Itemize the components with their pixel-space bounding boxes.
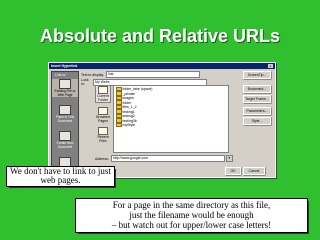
file-item[interactable]: myStyle (116, 122, 135, 128)
file-name: testing1 (122, 109, 135, 114)
style-button[interactable]: Style... (243, 117, 271, 125)
link-to-item-label: Place in This Document (55, 115, 75, 123)
nav-browsed-pages[interactable]: Browsed Pages (95, 107, 111, 123)
callout-line: web pages. (40, 175, 81, 185)
nav-current-folder[interactable]: Current Folder (95, 85, 111, 104)
file-list: folder_fake (space) _private images fold… (113, 85, 229, 153)
look-in-label: Look in: (81, 78, 89, 86)
chevron-down-icon[interactable]: ▾ (225, 155, 233, 162)
web-page-icon (59, 79, 71, 89)
callout-line: just the filename would be enough (129, 210, 254, 220)
text-to-display-input[interactable]: link (106, 71, 201, 78)
text-to-display-label: Text to display: (81, 72, 105, 77)
file-name: _private (122, 91, 135, 96)
folder-icon (98, 86, 108, 94)
address-input[interactable]: http://www.google.com (110, 155, 225, 162)
cancel-button[interactable]: Cancel (243, 167, 265, 175)
callout-bottom: For a page in the same directory as this… (75, 198, 308, 233)
address-row: Address: http://www.google.com ▾ (95, 155, 233, 162)
link-to-label: Link to: (55, 73, 67, 77)
target-frame-button[interactable]: Target Frame... (243, 95, 271, 103)
file-name: images (122, 96, 134, 101)
link-to-item-label: Existing File or Web Page (54, 89, 76, 97)
nav-item-label: Current Folder (97, 94, 109, 102)
slide-title: Absolute and Relative URLs (39, 26, 281, 46)
callout-line: For a page in the same directory as this… (112, 200, 271, 210)
insert-hyperlink-dialog: Insert Hyperlink x Link to: Existing Fil… (48, 62, 276, 178)
screentip-button[interactable]: ScreenTip... (243, 71, 271, 79)
file-name: files_1_2 (122, 105, 137, 110)
file-name: folder (122, 100, 132, 105)
globe-icon (98, 107, 108, 116)
file-name: folder_fake (space) (122, 87, 153, 92)
link-to-place-in-document[interactable]: Place in This Document (52, 105, 78, 123)
link-to-new-document[interactable]: Create New Document (52, 131, 78, 149)
nav-recent-files[interactable]: Recent Files (95, 127, 111, 143)
nav-item-label: Recent Files (97, 135, 109, 143)
link-to-existing-file[interactable]: Existing File or Web Page (52, 79, 78, 98)
bookmark-button[interactable]: Bookmark... (243, 85, 271, 93)
link-to-item-label: Create New Document (56, 141, 74, 149)
callout-left: We don't have to link to just web pages. (6, 166, 115, 187)
dialog-titlebar: Insert Hyperlink x (49, 63, 275, 69)
file-name: testing3b (122, 118, 137, 123)
new-document-icon (59, 131, 71, 141)
recent-icon (98, 127, 108, 136)
folder-icon (116, 122, 122, 128)
nav-column: Current Folder Browsed Pages Recent File… (95, 85, 111, 148)
ok-button[interactable]: OK (225, 167, 241, 175)
close-icon[interactable]: x (268, 64, 273, 68)
link-to-panel: Link to: Existing File or Web Page Place… (51, 71, 79, 177)
parameters-button[interactable]: Parameters... (243, 107, 271, 115)
address-label: Address: (95, 156, 109, 161)
callout-line: – but watch out for upper/lower case let… (111, 220, 272, 230)
nav-item-label: Browsed Pages (96, 115, 110, 123)
document-icon (59, 105, 71, 115)
text-to-display-row: Text to display: link (81, 71, 201, 78)
file-name: myStyle (122, 123, 135, 128)
dialog-title: Insert Hyperlink (51, 64, 78, 68)
file-name: testing2 (122, 114, 135, 119)
